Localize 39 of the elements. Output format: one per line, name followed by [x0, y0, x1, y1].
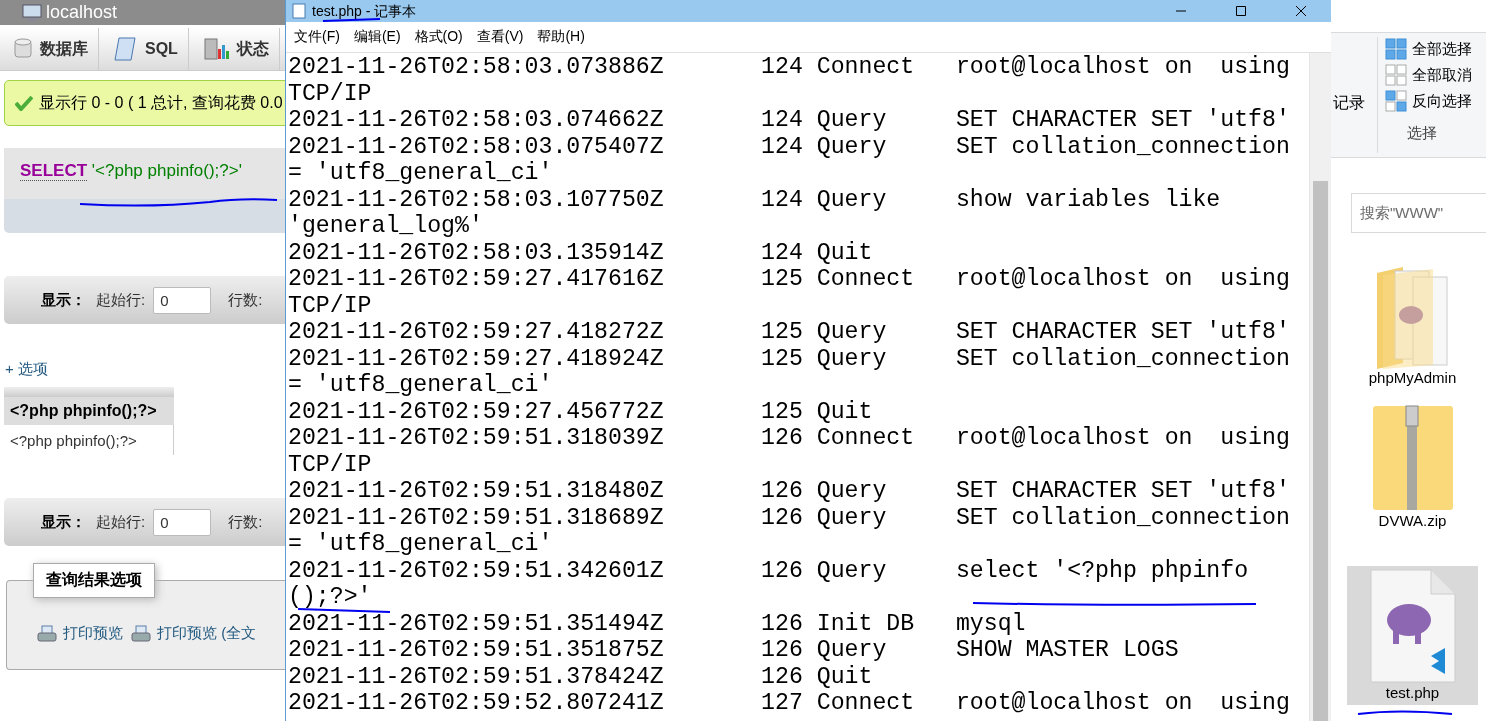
text-line: 2021-11-26T02:59:51.342601Z 126 Query select '<?php phpinfo	[288, 560, 1249, 581]
start-row-label: 起始行:	[96, 512, 146, 532]
text-line: 2021-11-26T02:58:03.074662Z 124 Query SET CHARACTER SET 'utf8'	[288, 110, 1290, 130]
text-line: 2021-11-26T02:58:03.073886Z 124 Connect root@localhost on using	[288, 57, 1290, 77]
text-line: ();?>'	[288, 587, 372, 607]
text-line: 2021-11-26T02:59:52.807241Z 127 Connect root@localhost on using	[288, 693, 1290, 713]
text-line: 2021-11-26T02:58:03.107750Z 124 Query show variables like	[288, 189, 1221, 210]
row-count-label: 行数:	[228, 512, 263, 532]
window-title: test.php - 记事本	[312, 3, 417, 19]
text-line: 2021-11-26T02:59:51.351875Z 126 Query SHOW MASTER LOGS	[288, 640, 1179, 660]
display-label: 显示：	[41, 512, 86, 532]
text-line: 2021-11-26T02:59:27.418272Z 125 Query SET CHARACTER SET 'utf8'	[288, 322, 1290, 342]
sql-string: '<?php phpinfo();?>'	[91, 161, 242, 180]
row-count-label: 行数:	[228, 290, 263, 310]
text-line: 2021-11-26T02:59:51.378424Z 126 Quit	[288, 666, 873, 687]
text-line: TCP/IP	[288, 454, 372, 475]
text-line: 2021-11-26T02:59:51.351494Z 126 Init DB mysql	[288, 613, 1026, 634]
legend-label: 查询结果选项	[33, 563, 155, 598]
window-title: localhost	[46, 2, 118, 23]
text-line: = 'utf8_general_ci'	[288, 375, 553, 395]
start-row-label: 起始行:	[96, 290, 146, 310]
file-name: DVWA.zip	[1378, 512, 1447, 529]
text-line: 'general_log%'	[288, 216, 483, 236]
text-line: 2021-11-26T02:59:51.318480Z 126 Query SET CHARACTER SET 'utf8'	[288, 481, 1290, 501]
text-line: 2021-11-26T02:59:27.418924Z 125 Query SET collation_connection	[288, 348, 1290, 369]
text-line: TCP/IP	[288, 295, 372, 316]
file-name: test.php	[1385, 684, 1440, 701]
display-label: 显示：	[41, 290, 86, 310]
file-name: phpMyAdmin	[1368, 369, 1457, 386]
text-line: = 'utf8_general_ci'	[288, 534, 553, 554]
group-label: 选择	[1407, 124, 1438, 143]
text-line: 2021-11-26T02:59:51.318039Z 126 Connect root@localhost on using	[288, 428, 1290, 448]
text-line: 2021-11-26T02:58:03.135914Z 124 Quit	[288, 242, 873, 263]
text-line: = 'utf8_general_ci'	[288, 163, 553, 183]
text-line: 2021-11-26T02:58:03.075407Z 124 Query SET collation_connection	[288, 136, 1290, 157]
text-line: 2021-11-26T02:59:51.318689Z 126 Query SET collation_connection	[288, 507, 1290, 528]
text-line: 2021-11-26T02:59:27.456772Z 125 Quit	[288, 401, 873, 422]
text-line: TCP/IP	[288, 83, 372, 104]
text-line: 2021-11-26T02:59:27.417616Z 125 Connect root@localhost on using	[288, 269, 1290, 289]
